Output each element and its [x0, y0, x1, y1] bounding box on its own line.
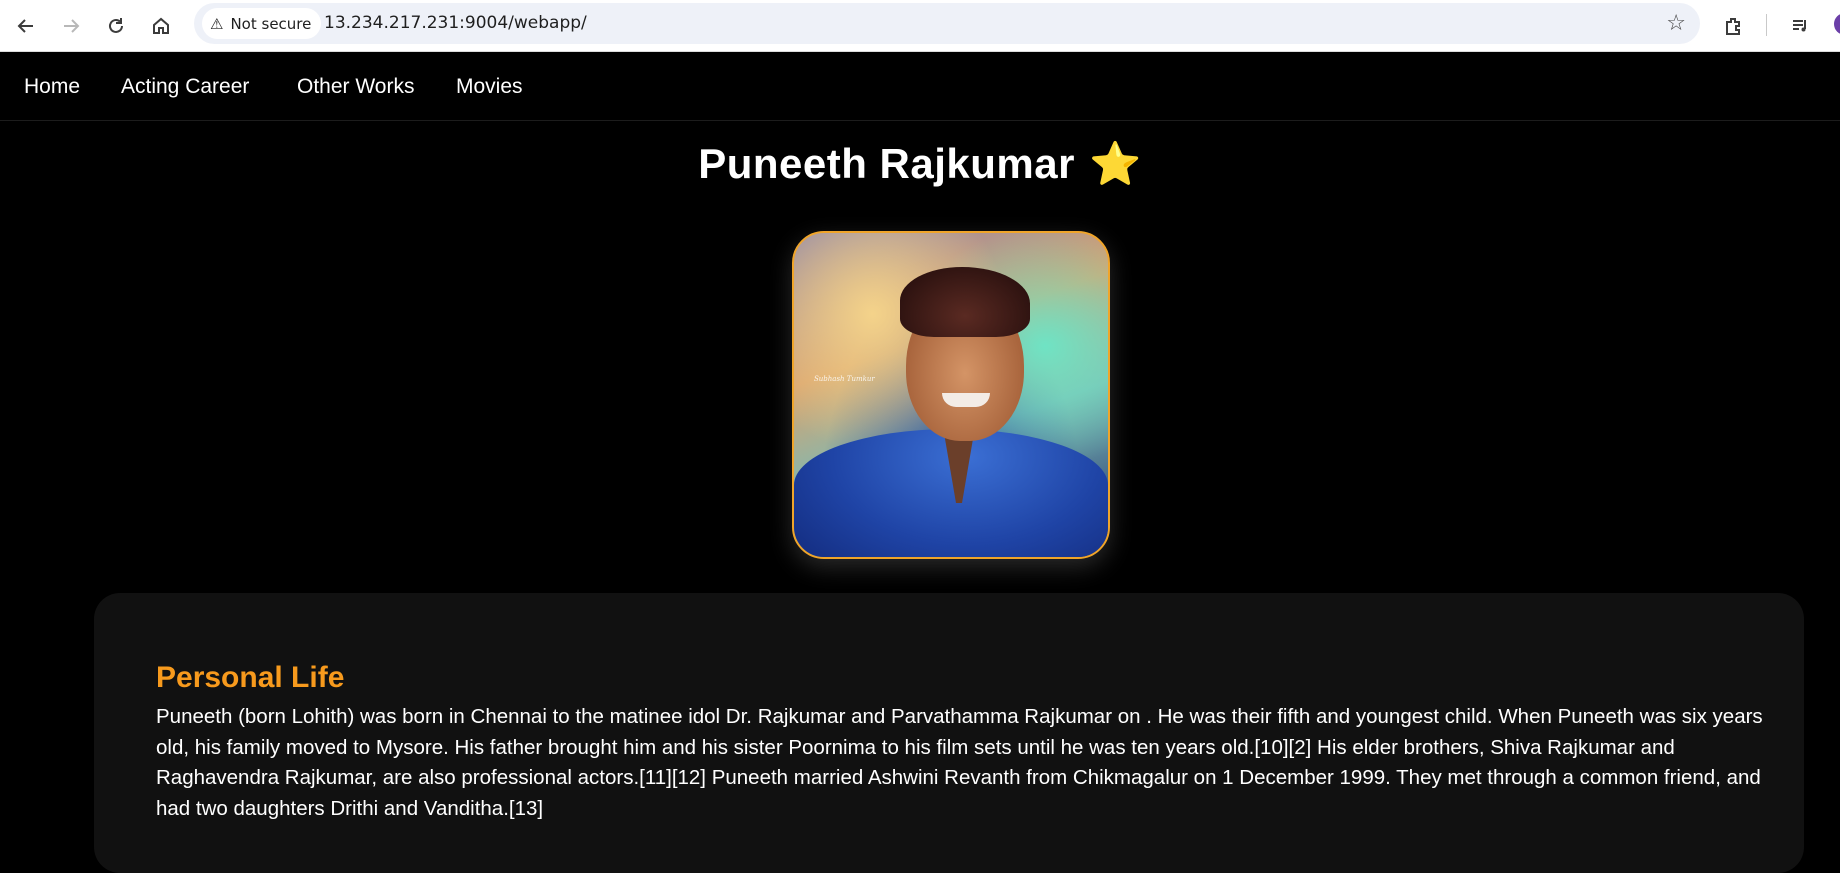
nav-acting-career[interactable]: Acting Career: [121, 52, 249, 121]
url-text[interactable]: 13.234.217.231:9004/webapp/: [324, 3, 587, 44]
page-title: Puneeth Rajkumar ⭐: [0, 140, 1840, 189]
arrow-right-icon: [64, 19, 80, 33]
reload-icon: [109, 18, 123, 33]
portrait-smile: [942, 393, 990, 407]
security-label: Not secure: [230, 14, 312, 33]
security-indicator[interactable]: ⚠ Not secure: [202, 8, 322, 39]
puzzle-icon: [1726, 18, 1740, 35]
playlist-icon: [1793, 20, 1806, 32]
section-heading: Personal Life: [156, 661, 345, 694]
arrow-left-icon: [17, 19, 33, 33]
forward-button[interactable]: [53, 8, 89, 44]
home-button[interactable]: [143, 8, 179, 44]
nav-other-works[interactable]: Other Works: [297, 52, 414, 121]
site-nav: Home Acting Career Other Works Movies: [0, 52, 1840, 121]
star-icon: ⭐: [1088, 140, 1142, 187]
toolbar-divider: [1766, 14, 1767, 36]
media-controls-button[interactable]: [1783, 8, 1819, 44]
profile-avatar[interactable]: [1834, 13, 1840, 35]
back-button[interactable]: [8, 8, 44, 44]
warning-triangle-icon: ⚠: [210, 14, 224, 33]
portrait-hair: [900, 267, 1030, 337]
nav-movies[interactable]: Movies: [456, 52, 523, 121]
reload-button[interactable]: [98, 8, 134, 44]
nav-home[interactable]: Home: [24, 52, 80, 121]
address-bar[interactable]: ⚠ Not secure 13.234.217.231:9004/webapp/…: [194, 3, 1700, 44]
home-icon: [153, 17, 169, 34]
profile-portrait: Subhash Tumkur: [792, 231, 1110, 559]
extensions-button[interactable]: [1716, 8, 1752, 44]
browser-toolbar: ⚠ Not secure 13.234.217.231:9004/webapp/…: [0, 0, 1840, 52]
page-title-text: Puneeth Rajkumar: [698, 140, 1075, 187]
bookmark-star-icon[interactable]: ☆: [1666, 7, 1686, 40]
section-body: Puneeth (born Lohith) was born in Chenna…: [156, 705, 1763, 820]
personal-life-card: Personal Life Puneeth (born Lohith) was …: [94, 593, 1804, 873]
portrait-signature: Subhash Tumkur: [814, 375, 875, 383]
